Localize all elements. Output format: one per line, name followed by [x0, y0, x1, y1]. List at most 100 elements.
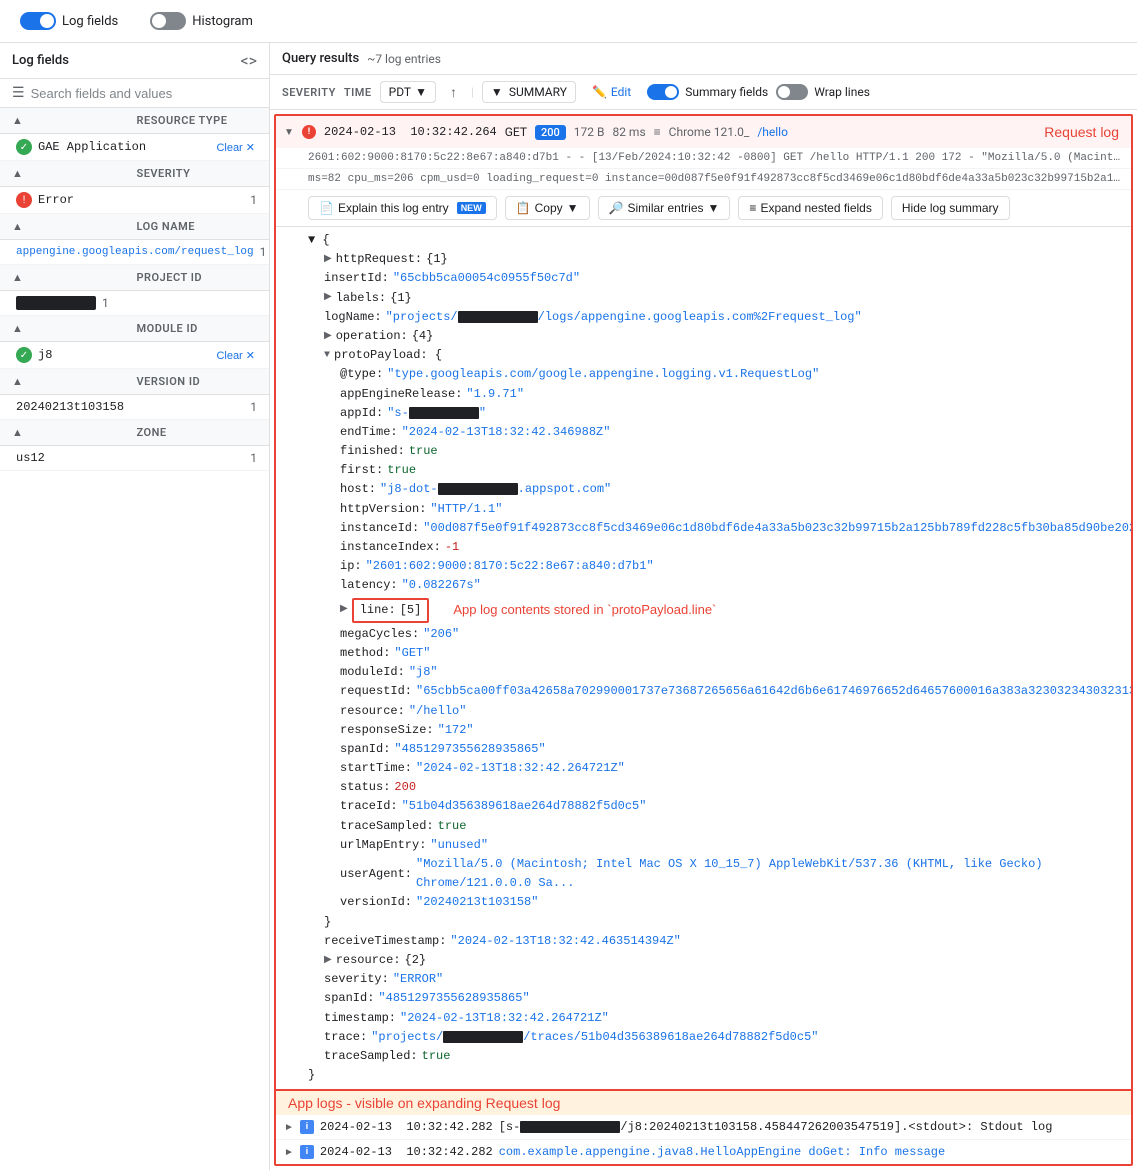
search-box: ☰	[0, 79, 269, 108]
summary-fields-switch[interactable]	[647, 84, 679, 100]
histogram-switch[interactable]	[150, 12, 186, 30]
chevron-icon: ▲	[12, 114, 133, 127]
child-log-3[interactable]: ► ! 2024-02-13 10:32:42.282 [s-/j8:20240…	[276, 1165, 1131, 1166]
json-first: first: true	[308, 461, 1123, 480]
json-http-request[interactable]: ▶ httpRequest: {1}	[308, 250, 1123, 269]
code-icon[interactable]: <>	[241, 51, 258, 70]
json-span-id: spanId: "4851297355628935865"	[308, 740, 1123, 759]
expand-nested-label: Expand nested fields	[760, 201, 871, 215]
json-labels[interactable]: ▶ labels: {1}	[308, 289, 1123, 308]
pdt-button[interactable]: PDT ▼	[380, 81, 436, 103]
section-severity[interactable]: ▲ SEVERITY	[0, 161, 269, 187]
log-entry-main-header[interactable]: ▼ ! 2024-02-13 10:32:42.264 GET 200 172 …	[276, 116, 1131, 148]
json-severity-field: severity: "ERROR"	[308, 970, 1123, 989]
log-timestamp: 2024-02-13 10:32:42.264	[324, 125, 497, 139]
filter-version[interactable]: 20240213t103158 1	[0, 395, 269, 420]
json-line-field[interactable]: ▶ line: [5] App log contents stored in `…	[308, 598, 1123, 623]
copy-icon: 📋	[516, 201, 531, 215]
request-log-label: appengine.googleapis.com/request_log	[16, 246, 254, 258]
j8-label: j8	[38, 348, 208, 362]
json-root-close: }	[308, 1066, 1123, 1085]
copy-dropdown-icon: ▼	[567, 201, 579, 215]
hide-summary-button[interactable]: Hide log summary	[891, 196, 1010, 220]
wrap-lines-switch[interactable]	[776, 84, 808, 100]
log-fields-knob	[40, 14, 54, 28]
json-app-id: appId: "s-"	[308, 404, 1123, 423]
filter-j8[interactable]: ✓ j8 Clear ✕	[0, 342, 269, 369]
filter-project[interactable]: 1	[0, 291, 269, 316]
summary-toggle[interactable]: ▼ SUMMARY	[482, 81, 576, 103]
section-log-name[interactable]: ▲ LOG NAME	[0, 214, 269, 240]
wrap-lines-knob	[778, 86, 790, 98]
project-id-redacted	[16, 296, 96, 310]
query-count: ~7 log entries	[367, 52, 441, 66]
json-root-open: ▼ {	[308, 231, 1123, 250]
json-resource-obj[interactable]: ▶ resource: {2}	[308, 951, 1123, 970]
log-fields-switch[interactable]	[20, 12, 56, 30]
child-expand-2[interactable]: ►	[284, 1147, 294, 1158]
section-label-zone: ZONE	[137, 426, 258, 439]
hide-label: Hide log summary	[902, 201, 999, 215]
search-input[interactable]	[31, 86, 257, 101]
section-label-severity: SEVERITY	[137, 167, 258, 180]
edit-button[interactable]: ✏️ Edit	[584, 82, 639, 102]
project-count: 1	[102, 296, 109, 310]
histogram-toggle[interactable]: Histogram	[142, 8, 261, 34]
expand-nested-button[interactable]: ≡ Expand nested fields	[738, 196, 882, 220]
error-label: Error	[38, 193, 244, 207]
json-instance-index: instanceIndex: -1	[308, 538, 1123, 557]
json-response-size: responseSize: "172"	[308, 721, 1123, 740]
json-host: host: "j8-dot-.appspot.com"	[308, 480, 1123, 499]
section-resource-type[interactable]: ▲ RESOURCE TYPE	[0, 108, 269, 134]
clear-gae-button[interactable]: Clear ✕	[214, 141, 257, 154]
summary-toggle-icon: ▼	[491, 85, 503, 99]
sort-asc-button[interactable]: ↑	[444, 81, 463, 103]
json-operation[interactable]: ▶ operation: {4}	[308, 327, 1123, 346]
severity-error-icon: !	[302, 125, 316, 139]
log-area: ▼ ! 2024-02-13 10:32:42.264 GET 200 172 …	[274, 114, 1133, 1166]
version-label: 20240213t103158	[16, 400, 244, 414]
similar-entries-button[interactable]: 🔎 Similar entries ▼	[598, 196, 731, 220]
explain-button[interactable]: 📄 Explain this log entry	[308, 196, 497, 220]
section-version-id[interactable]: ▲ VERSION ID	[0, 369, 269, 395]
json-insert-id: insertId: "65cbb5ca00054c0955f50c7d"	[308, 269, 1123, 288]
copy-button[interactable]: 📋 Copy ▼	[505, 196, 590, 220]
json-trace-sampled: traceSampled: true	[308, 817, 1123, 836]
summary-fields-toggle[interactable]: Summary fields	[647, 84, 768, 100]
json-proto-payload-open[interactable]: ▼ protoPayload: {	[308, 346, 1123, 365]
log-raw-line1: 2601:602:9000:8170:5c22:8e67:a840:d7b1 -…	[276, 148, 1131, 169]
histogram-label: Histogram	[192, 14, 253, 29]
expand-main-icon[interactable]: ▼	[284, 127, 294, 138]
section-project-id[interactable]: ▲ PROJECT ID	[0, 265, 269, 291]
log-fields-toggle[interactable]: Log fields	[12, 8, 126, 34]
severity-info-2: i	[300, 1145, 314, 1159]
chevron-icon-severity: ▲	[12, 167, 133, 180]
child-expand-1[interactable]: ►	[284, 1122, 294, 1133]
filter-error[interactable]: ! Error 1	[0, 187, 269, 214]
explain-icon: 📄	[319, 201, 334, 215]
child-log-1[interactable]: ► i 2024-02-13 10:32:42.282 [s-/j8:20240…	[276, 1115, 1131, 1140]
filter-zone[interactable]: us12 1	[0, 446, 269, 471]
wrap-lines-toggle[interactable]: Wrap lines	[776, 84, 870, 100]
filter-request-log[interactable]: appengine.googleapis.com/request_log 1	[0, 240, 269, 265]
child-msg-1: [s-/j8:20240213t103158.45844726200354751…	[499, 1120, 1053, 1134]
content-area: Query results ~7 log entries SEVERITY TI…	[270, 43, 1137, 1170]
status-badge: 200	[535, 125, 566, 140]
json-type: @type: "type.googleapis.com/google.appen…	[308, 365, 1123, 384]
section-label-resource-type: RESOURCE TYPE	[137, 114, 258, 127]
time-label: TIME	[344, 86, 372, 99]
similar-label: Similar entries	[628, 201, 704, 215]
histogram-knob	[152, 14, 166, 28]
filter-gae-application[interactable]: ✓ GAE Application Clear ✕	[0, 134, 269, 161]
child-log-2[interactable]: ► i 2024-02-13 10:32:42.282 com.example.…	[276, 1140, 1131, 1165]
sidebar: Log fields <> ☰ ▲ RESOURCE TYPE ✓ GAE Ap…	[0, 43, 270, 1170]
copy-label: Copy	[535, 201, 563, 215]
clear-module-button[interactable]: Clear ✕	[214, 349, 257, 362]
json-trace-field: trace: "projects//traces/51b04d356389618…	[308, 1028, 1123, 1047]
zone-label: us12	[16, 451, 244, 465]
summary-fields-knob	[665, 86, 677, 98]
section-zone[interactable]: ▲ ZONE	[0, 420, 269, 446]
section-module-id[interactable]: ▲ MODULE ID	[0, 316, 269, 342]
edit-label: Edit	[611, 85, 631, 99]
explain-label: Explain this log entry	[338, 201, 449, 215]
